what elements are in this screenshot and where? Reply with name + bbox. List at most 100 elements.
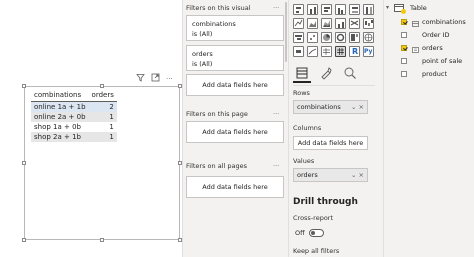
- filters-scrollbar[interactable]: [285, 2, 287, 62]
- funnel-chart-icon[interactable]: [293, 32, 304, 43]
- visualizations-pane: R Py Rows combinations ⌄ × Columns Add d…: [288, 0, 383, 257]
- field-checkbox[interactable]: [401, 32, 407, 38]
- table-name: Table: [410, 4, 427, 12]
- filters-on-page-title: Filters on this page: [186, 110, 248, 118]
- row-value: 1: [109, 122, 114, 131]
- column-header-combinations[interactable]: combinations: [31, 89, 89, 102]
- line-chart-icon[interactable]: [293, 18, 304, 29]
- area-chart-icon[interactable]: [307, 18, 318, 29]
- field-item[interactable]: Order ID: [384, 29, 474, 41]
- scatter-chart-icon[interactable]: [307, 32, 318, 43]
- filter-card-value: is (All): [192, 60, 213, 68]
- table-row[interactable]: online 1a + 1b 2: [31, 101, 117, 112]
- 100-percent-bar-chart-icon[interactable]: [349, 4, 360, 15]
- more-options-icon[interactable]: ···: [273, 4, 279, 12]
- format-tab-icon[interactable]: [319, 66, 333, 80]
- waterfall-chart-icon[interactable]: [363, 18, 374, 29]
- more-options-icon[interactable]: ···: [273, 162, 279, 170]
- field-item[interactable]: point of sale: [384, 55, 474, 67]
- field-checkbox[interactable]: [401, 71, 407, 77]
- donut-chart-icon[interactable]: [335, 32, 346, 43]
- pie-chart-icon[interactable]: [321, 32, 332, 43]
- fields-pane: ▾ Table combinations Order ID orders poi…: [383, 0, 474, 257]
- add-page-filter-field[interactable]: Add data fields here: [186, 121, 284, 143]
- field-name: point of sale: [422, 57, 463, 65]
- row-label: shop 1a + 0b: [34, 122, 81, 131]
- matrix-icon[interactable]: [335, 46, 346, 57]
- field-item[interactable]: combinations: [384, 16, 474, 28]
- row-label: online 1a + 1b: [31, 101, 89, 112]
- cross-report-label: Cross-report: [293, 214, 334, 222]
- values-well[interactable]: orders ⌄ ×: [293, 168, 368, 182]
- filters-on-visual-title: Filters on this visual: [186, 4, 251, 12]
- card-icon[interactable]: [293, 46, 304, 57]
- field-name: combinations: [422, 18, 466, 26]
- table-icon[interactable]: [321, 46, 332, 57]
- table-row[interactable]: shop 2a + 1b 1: [31, 131, 117, 142]
- resize-handle[interactable]: [100, 84, 104, 88]
- filter-card-orders[interactable]: orders is (All): [186, 45, 284, 71]
- kpi-icon[interactable]: [307, 46, 318, 57]
- filter-card-value: is (All): [192, 30, 213, 38]
- more-options-icon[interactable]: ···: [166, 74, 173, 84]
- field-item[interactable]: product: [384, 68, 474, 80]
- r-visual-icon[interactable]: R: [349, 46, 360, 57]
- filters-pane: Filters on this visual combinations is (…: [182, 0, 288, 257]
- calculated-column-icon: [412, 19, 419, 27]
- ribbon-chart-icon[interactable]: [349, 18, 360, 29]
- more-options-icon[interactable]: ···: [273, 110, 279, 118]
- 100-percent-column-chart-icon[interactable]: [363, 4, 374, 15]
- visual-header: ···: [136, 73, 173, 85]
- rows-well[interactable]: combinations ⌄ ×: [293, 100, 368, 114]
- filters-all-pages-title: Filters on all pages: [186, 162, 247, 170]
- line-and-column-chart-icon[interactable]: [335, 18, 346, 29]
- field-name: product: [422, 70, 448, 78]
- viz-tabs: [293, 66, 357, 83]
- clustered-bar-chart-icon[interactable]: [321, 4, 332, 15]
- add-all-pages-filter-field[interactable]: Add data fields here: [186, 176, 284, 198]
- add-visual-filter-field[interactable]: Add data fields here: [186, 74, 284, 96]
- focus-mode-icon[interactable]: [151, 73, 160, 85]
- field-checkbox[interactable]: [401, 19, 407, 25]
- table-node[interactable]: ▾ Table: [384, 2, 474, 14]
- report-canvas[interactable]: ··· combinations orders online 1a + 1b 2…: [0, 0, 182, 257]
- matrix-header-row: combinations orders: [31, 89, 117, 102]
- cross-report-toggle[interactable]: [309, 229, 324, 237]
- map-icon[interactable]: [363, 32, 374, 43]
- stacked-area-chart-icon[interactable]: [321, 18, 332, 29]
- filter-card-combinations[interactable]: combinations is (All): [186, 15, 284, 41]
- toggle-state-label: Off: [295, 229, 305, 237]
- stacked-column-chart-icon[interactable]: [307, 4, 318, 15]
- rows-field-name: combinations: [297, 103, 341, 111]
- columns-well[interactable]: Add data fields here: [293, 136, 368, 150]
- chevron-down-icon[interactable]: ▾: [386, 2, 389, 14]
- stacked-bar-chart-icon[interactable]: [293, 4, 304, 15]
- resize-handle[interactable]: [22, 84, 26, 88]
- field-checkbox[interactable]: [401, 45, 407, 51]
- column-header-orders[interactable]: orders: [88, 89, 117, 102]
- rows-label: Rows: [293, 89, 310, 97]
- row-value: 1: [88, 131, 117, 142]
- fields-tab-icon[interactable]: [293, 66, 311, 83]
- field-checkbox[interactable]: [401, 58, 407, 64]
- filter-icon[interactable]: [136, 73, 145, 85]
- table-row[interactable]: online 2a + 0b 1: [31, 111, 117, 122]
- treemap-icon[interactable]: [349, 32, 360, 43]
- matrix-table: combinations orders online 1a + 1b 2 onl…: [31, 89, 117, 142]
- python-visual-icon[interactable]: Py: [363, 46, 374, 57]
- table-row[interactable]: shop 1a + 0b 1: [31, 122, 117, 132]
- resize-handle[interactable]: [22, 238, 26, 242]
- keep-all-filters-label: Keep all filters: [293, 247, 340, 255]
- well-controls[interactable]: ⌄ ×: [351, 171, 364, 179]
- resize-handle[interactable]: [22, 161, 26, 165]
- clustered-column-chart-icon[interactable]: [335, 4, 346, 15]
- columns-label: Columns: [293, 124, 322, 132]
- tabs-divider: [293, 85, 375, 86]
- measure-icon: [412, 45, 419, 53]
- resize-handle[interactable]: [100, 238, 104, 242]
- values-label: Values: [293, 157, 315, 165]
- filter-card-name: combinations: [192, 20, 236, 28]
- well-controls[interactable]: ⌄ ×: [351, 103, 364, 111]
- analytics-tab-icon[interactable]: [343, 66, 357, 80]
- field-item[interactable]: orders: [384, 42, 474, 54]
